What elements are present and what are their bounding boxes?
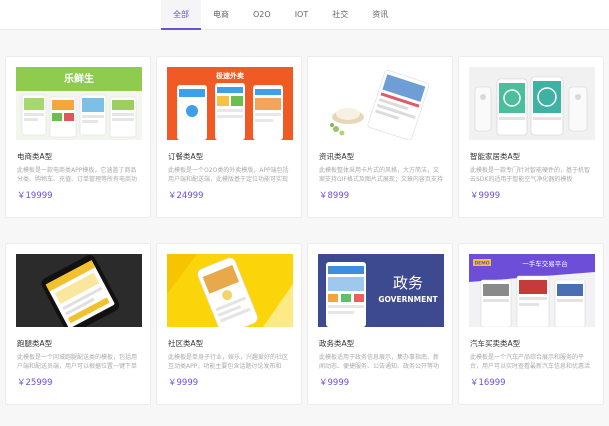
card-title: 跑腿类A型 [17,339,53,348]
template-card-news[interactable]: 资讯类A型 此模板整体采用卡片式的风格，大方简洁，文案支持GIF格式及图片式展现… [307,56,453,218]
tab-all[interactable]: 全部 [161,0,201,30]
template-card-food-delivery[interactable]: 极速外卖 订餐类A型 此模板是一个O2O类的外卖模版，APP端包括用户端和配送端… [156,56,302,218]
government-subtext: GOVERNMENT [378,295,438,304]
car-sales-preview-image: DEMO 一手车交易平台 [469,254,595,327]
card-description: 此模板是一款专门针对智能硬件的，基于机智云SDK的适用于智能空气净化器的模板 [470,167,591,183]
card-price: ￥9999 [319,378,350,388]
template-card-car-sales[interactable]: DEMO 一手车交易平台 汽车买卖类A型 此模板是一个汽车产品综合展示和服务的平… [458,243,604,405]
ecommerce-logo-text: 乐鲜生 [64,72,94,85]
category-tabs: 全部 电商 O2O IOT 社交 资讯 [161,0,400,30]
card-price: ￥8999 [319,191,350,201]
ecommerce-preview-image: 乐鲜生 [16,67,142,140]
card-price: ￥25999 [17,378,53,388]
card-description: 此模板适用于政务信息展示，集办事指南、新闻动态、便捷服务、公告通知、政务公开等功… [319,354,440,370]
card-description: 此模板是一个汽车产品综合展示和服务的平台，用户可以实时查看最新汽车信息和优惠活动 [470,354,591,370]
tab-iot[interactable]: IOT [283,0,321,30]
card-title: 政务类A型 [319,339,355,348]
community-preview-image [167,254,293,327]
food-logo-text: 极速外卖 [216,71,244,80]
card-title: 智能家居类A型 [470,152,521,161]
card-title: 订餐类A型 [168,152,204,161]
template-card-community[interactable]: 社区类A型 此模板是单身子行业，娱乐，兴趣爱好的社区互动类APP，功能主要包含话… [156,243,302,405]
template-card-government[interactable]: 政务 GOVERNMENT 政务类A型 此模板适用于政务信息展示，集办事指南、新… [307,243,453,405]
top-nav-bar: 全部 电商 O2O IOT 社交 资讯 [0,0,609,30]
card-title: 汽车买卖类A型 [470,339,521,348]
card-price: ￥9999 [168,378,199,388]
government-preview-image: 政务 GOVERNMENT [318,254,444,327]
car-banner-text: 一手车交易平台 [522,259,568,268]
tab-social[interactable]: 社交 [320,0,360,30]
food-delivery-preview-image: 极速外卖 [167,67,293,140]
card-price: ￥9999 [470,191,501,201]
card-description: 此模板是一款电商类APP模板，它涵盖了商品分类、购物车、充值、订单管理等所有电商… [17,167,138,183]
news-preview-image [318,67,444,140]
card-description: 此模板是一个同城跑腿配送类的模板，包括用户端和配送员端，用户可以根据位置一键下单 [17,354,138,370]
card-title: 资讯类A型 [319,152,355,161]
card-title: 社区类A型 [168,339,204,348]
car-badge-text: DEMO [474,261,489,267]
template-card-smart-home[interactable]: 智能家居类A型 此模板是一款专门针对智能硬件的，基于机智云SDK的适用于智能空气… [458,56,604,218]
government-seal-text: 政务 [393,274,423,292]
card-price: ￥24999 [168,191,204,201]
smart-home-preview-image [469,67,595,140]
errand-preview-image [16,254,142,327]
tab-ecommerce[interactable]: 电商 [201,0,241,30]
card-description: 此模板是一个O2O类的外卖模版，APP端包括用户端和配送端，此模版基于定位功能可… [168,167,289,183]
card-description: 此模板是单身子行业，娱乐，兴趣爱好的社区互动类APP，功能主要包含话题讨论发布和 [168,354,289,370]
template-card-errand[interactable]: 跑腿类A型 此模板是一个同城跑腿配送类的模板，包括用户端和配送员端，用户可以根据… [5,243,151,405]
tab-news[interactable]: 资讯 [360,0,400,30]
template-card-ecommerce[interactable]: 乐鲜生 电商类A型 此模板是一款电商类APP模板，它涵盖了商品分类、购物车、充值… [5,56,151,218]
tab-o2o[interactable]: O2O [241,0,283,30]
card-title: 电商类A型 [17,152,53,161]
card-description: 此模板整体采用卡片式的风格，大方简洁，文案支持GIF格式及图片式展现；文章内容页… [319,167,443,183]
card-price: ￥19999 [17,191,53,201]
card-price: ￥16999 [470,378,506,388]
